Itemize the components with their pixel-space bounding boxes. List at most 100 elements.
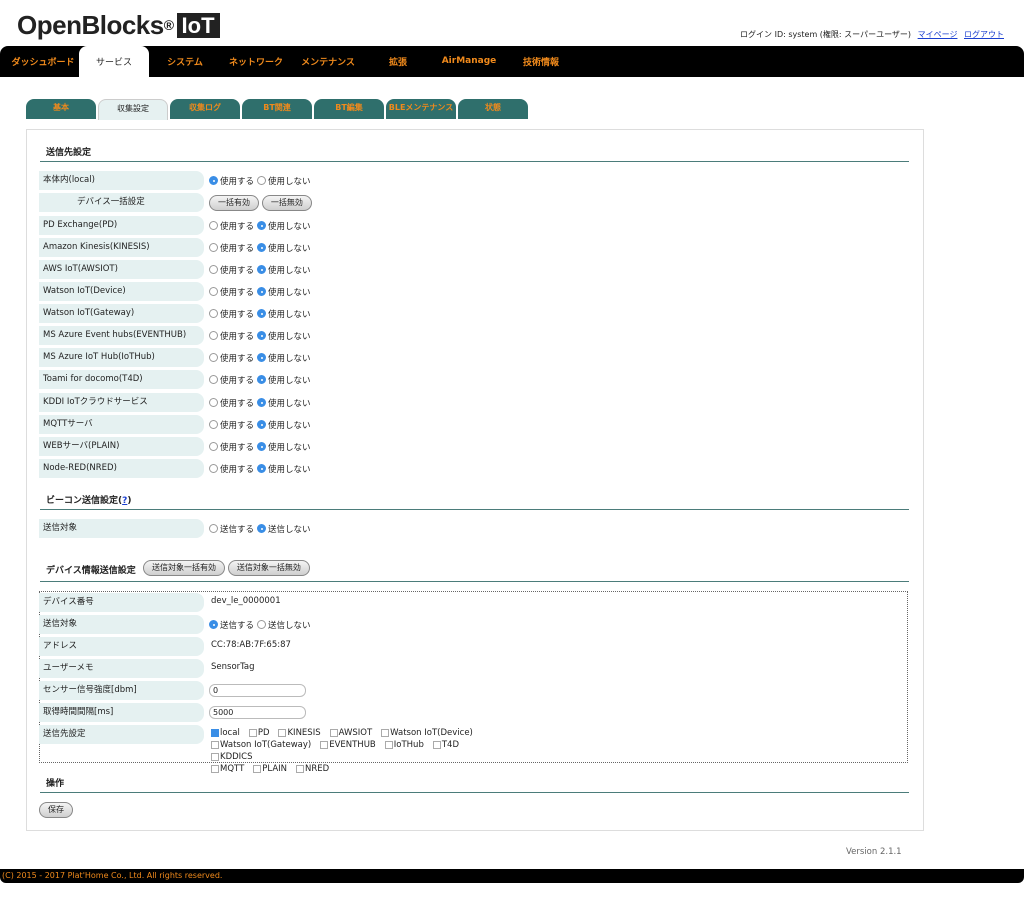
nav-tech-info[interactable]: 技術情報 <box>512 46 570 77</box>
radio-use[interactable] <box>209 176 218 185</box>
bulk-disable-button[interactable]: 一括無効 <box>261 195 312 211</box>
save-button[interactable]: 保存 <box>39 802 73 818</box>
beacon-target-label: 送信対象 <box>39 519 204 538</box>
radio-nouse[interactable] <box>257 442 267 451</box>
radio-use[interactable] <box>209 287 218 296</box>
device-bulk-disable-button[interactable]: 送信対象一括無効 <box>227 560 310 576</box>
checkbox-kddics[interactable] <box>211 753 219 761</box>
radio-use[interactable] <box>209 331 218 340</box>
checkbox-label: EVENTHUB <box>329 740 376 750</box>
dest-radio-iothub: 使用する 使用しない <box>209 348 314 367</box>
login-info-text: ログイン ID: system (権限: スーパーユーザー) <box>740 30 912 39</box>
tab-basic[interactable]: 基本 <box>26 99 96 119</box>
radio-use[interactable] <box>209 265 218 274</box>
logo-registered-mark: ® <box>163 17 174 33</box>
nav-system[interactable]: システム <box>156 46 214 77</box>
checkbox-local[interactable] <box>211 729 219 737</box>
dest-label-nred: Node-RED(NRED) <box>39 459 204 478</box>
radio-label-nouse: 使用しない <box>268 221 311 232</box>
radio-label-use: 使用する <box>220 464 255 475</box>
user-info: ログイン ID: system (権限: スーパーユーザー) マイページ ログア… <box>740 29 1004 40</box>
dest-radio-plain: 使用する 使用しない <box>209 437 314 456</box>
radio-label-nouse: 使用しない <box>268 309 311 320</box>
footer-copyright: (C) 2015 - 2017 Plat'Home Co., Ltd. All … <box>0 869 1024 883</box>
radio-nouse[interactable] <box>257 243 267 252</box>
radio-nouse[interactable] <box>257 176 267 185</box>
checkbox-label: KINESIS <box>287 728 321 738</box>
checkbox-nred[interactable] <box>296 765 305 773</box>
radio-nosend[interactable] <box>257 524 267 533</box>
checkbox-mqtt[interactable] <box>211 765 219 773</box>
checkbox-t4d[interactable] <box>432 741 441 749</box>
bulk-enable-button[interactable]: 一括有効 <box>209 195 259 211</box>
checkbox-kinesis[interactable] <box>278 729 287 737</box>
dest-radio-watson-device: 使用する 使用しない <box>209 282 314 301</box>
radio-send[interactable] <box>209 524 218 533</box>
tab-bt-related[interactable]: BT関連 <box>242 99 312 119</box>
beacon-title-close: ) <box>127 496 132 506</box>
device-number-value: dev_le_0000001 <box>211 596 281 606</box>
radio-nouse[interactable] <box>257 375 267 384</box>
checkbox-watson-gateway[interactable] <box>211 741 219 749</box>
radio-use[interactable] <box>209 353 218 362</box>
radio-nouse[interactable] <box>257 221 267 230</box>
radio-use[interactable] <box>209 309 218 318</box>
radio-nouse[interactable] <box>257 309 267 318</box>
checkbox-pd[interactable] <box>248 729 257 737</box>
radio-label-send: 送信する <box>220 620 255 631</box>
radio-label-send: 送信する <box>220 524 255 535</box>
radio-label-nouse: 使用しない <box>268 375 311 386</box>
checkbox-plain[interactable] <box>253 765 262 773</box>
dest-radio-awsiot: 使用する 使用しない <box>209 260 314 279</box>
logo-text: OpenBlocks <box>17 9 164 40</box>
checkbox-iothub[interactable] <box>384 741 393 749</box>
radio-nosend[interactable] <box>257 620 267 629</box>
logout-link[interactable]: ログアウト <box>964 30 1004 39</box>
rssi-input[interactable]: 0 <box>209 684 306 697</box>
radio-use[interactable] <box>209 221 218 230</box>
device-number-label: デバイス番号 <box>39 593 204 612</box>
radio-use[interactable] <box>209 442 218 451</box>
tab-collection-log[interactable]: 収集ログ <box>170 99 240 119</box>
checkbox-watson-device[interactable] <box>381 729 390 737</box>
nav-network[interactable]: ネットワーク <box>224 46 288 77</box>
device-bulk-enable-button[interactable]: 送信対象一括有効 <box>143 560 225 576</box>
radio-send[interactable] <box>209 620 218 629</box>
nav-service[interactable]: サービス <box>79 46 149 77</box>
dest-label-eventhub: MS Azure Event hubs(EVENTHUB) <box>39 326 204 345</box>
radio-nouse[interactable] <box>257 353 267 362</box>
radio-label-use: 使用する <box>220 243 255 254</box>
radio-nouse[interactable] <box>257 265 267 274</box>
nav-airmanage[interactable]: AirManage <box>440 46 498 77</box>
radio-use[interactable] <box>209 243 218 252</box>
radio-label-nouse: 使用しない <box>268 176 311 187</box>
radio-nouse[interactable] <box>257 331 267 340</box>
checkbox-label: IoTHub <box>393 740 424 750</box>
radio-nouse[interactable] <box>257 287 267 296</box>
radio-use[interactable] <box>209 398 218 407</box>
radio-nouse[interactable] <box>257 464 267 473</box>
device-memo-value: SensorTag <box>211 662 255 672</box>
radio-nouse[interactable] <box>257 398 267 407</box>
dest-radio-watson-gateway: 使用する 使用しない <box>209 304 314 323</box>
tab-collection-settings[interactable]: 収集設定 <box>98 99 168 120</box>
tab-bt-edit[interactable]: BT編集 <box>314 99 384 119</box>
radio-label-use: 使用する <box>220 287 255 298</box>
nav-dashboard[interactable]: ダッシュボード <box>6 46 80 77</box>
radio-use[interactable] <box>209 464 218 473</box>
tab-ble-maintenance[interactable]: BLEメンテナンス <box>386 99 456 119</box>
tab-status[interactable]: 状態 <box>458 99 528 119</box>
checkbox-label: Watson IoT(Device) <box>390 728 473 738</box>
checkbox-label: T4D <box>441 740 459 750</box>
radio-use[interactable] <box>209 375 218 384</box>
radio-label-use: 使用する <box>220 176 255 187</box>
radio-nouse[interactable] <box>257 420 267 429</box>
interval-input[interactable]: 5000 <box>209 706 306 719</box>
checkbox-awsiot[interactable] <box>329 729 338 737</box>
device-address-label: アドレス <box>39 637 204 656</box>
mypage-link[interactable]: マイページ <box>918 30 958 39</box>
radio-use[interactable] <box>209 420 218 429</box>
nav-maintenance[interactable]: メンテナンス <box>296 46 360 77</box>
checkbox-eventhub[interactable] <box>320 741 329 749</box>
nav-extension[interactable]: 拡張 <box>378 46 418 77</box>
